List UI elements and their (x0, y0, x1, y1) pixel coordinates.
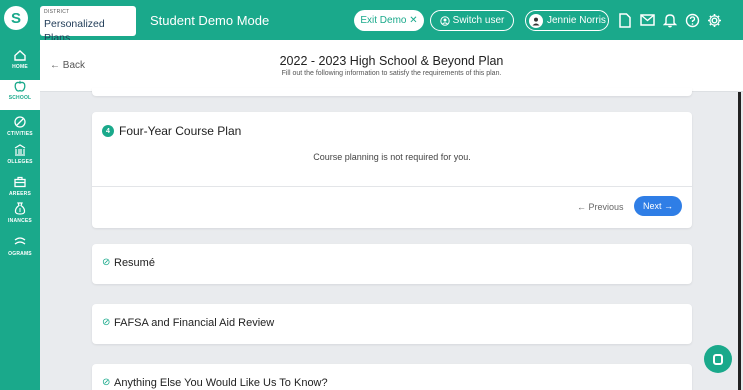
document-icon[interactable] (616, 11, 634, 29)
previous-button[interactable]: ← Previous (577, 202, 624, 212)
page-title: 2022 - 2023 High School & Beyond Plan (279, 54, 504, 68)
step-badge: 4 (102, 125, 114, 137)
scrollbar-thumb[interactable] (738, 92, 741, 390)
mode-label: Student Demo Mode (150, 13, 270, 28)
sidebar: HOME SCHOOL CTIVITIES OLLEGES AREERS INA… (0, 40, 40, 390)
user-name: Jennie Norris (547, 15, 606, 26)
user-avatar-icon (532, 17, 540, 25)
programs-icon (14, 236, 26, 251)
sidebar-item-label: HOME (12, 64, 28, 70)
section-title: Resumé (114, 257, 155, 269)
avatar (529, 13, 543, 28)
sidebar-item-label: OGRAMS (8, 251, 32, 257)
bell-icon[interactable] (661, 11, 679, 29)
chat-button[interactable] (704, 345, 732, 373)
check-circle-icon: ⊘ (102, 317, 111, 328)
sidebar-item-programs[interactable]: OGRAMS (0, 236, 40, 266)
apple-icon (14, 80, 26, 95)
chat-icon (713, 353, 723, 365)
previous-section-card (92, 88, 692, 96)
check-circle-icon: ⊘ (102, 377, 111, 388)
home-icon (14, 50, 26, 64)
sidebar-item-label: OLLEGES (7, 159, 33, 165)
sidebar-item-label: SCHOOL (8, 95, 32, 101)
section-fafsa[interactable]: ⊘ FAFSA and Financial Aid Review (92, 304, 692, 344)
college-icon (14, 144, 26, 159)
switch-user-label: Switch user (452, 15, 505, 26)
next-button[interactable]: Next → (634, 196, 682, 216)
money-bag-icon (14, 202, 26, 218)
sidebar-item-home[interactable]: HOME (0, 50, 40, 80)
section-title: FAFSA and Financial Aid Review (114, 317, 275, 329)
settings-icon[interactable] (705, 11, 723, 29)
section-anything-else[interactable]: ⊘ Anything Else You Would Like Us To Kno… (92, 364, 692, 390)
mail-icon[interactable] (638, 11, 656, 29)
section-title: Four-Year Course Plan (119, 124, 242, 138)
sidebar-item-label: CTIVITIES (7, 131, 33, 137)
section-title: Anything Else You Would Like Us To Know? (114, 377, 328, 389)
course-plan-card: 4 Four-Year Course Plan Course planning … (92, 112, 692, 228)
sidebar-item-activities[interactable]: CTIVITIES (0, 116, 40, 146)
district-switcher[interactable]: DISTRICT Personalized Plans (40, 6, 136, 44)
app-logo[interactable]: S (4, 6, 28, 30)
help-icon[interactable] (683, 11, 701, 29)
sidebar-item-colleges[interactable]: OLLEGES (0, 144, 40, 174)
divider (92, 186, 692, 187)
activities-icon (14, 116, 26, 131)
sidebar-item-label: AREERS (8, 191, 32, 197)
top-bar: S DISTRICT Personalized Plans Student De… (0, 0, 743, 44)
exit-demo-button[interactable]: Exit Demo ✕ (354, 10, 424, 31)
briefcase-icon (14, 176, 26, 191)
sidebar-item-finances[interactable]: INANCES (0, 202, 40, 232)
check-circle-icon: ⊘ (102, 257, 111, 268)
sidebar-item-school[interactable]: SCHOOL (0, 80, 40, 110)
switch-user-button[interactable]: Switch user (430, 10, 514, 31)
user-circle-icon (439, 15, 450, 26)
sidebar-item-label: INANCES (8, 218, 32, 224)
district-label: DISTRICT (44, 9, 70, 15)
plan-header: ← Back 2022 - 2023 High School & Beyond … (40, 40, 743, 92)
page-subtitle: Fill out the following information to sa… (281, 70, 502, 77)
user-menu[interactable]: Jennie Norris (525, 10, 609, 31)
course-plan-message: Course planning is not required for you. (313, 152, 471, 162)
section-resume[interactable]: ⊘ Resumé (92, 244, 692, 284)
